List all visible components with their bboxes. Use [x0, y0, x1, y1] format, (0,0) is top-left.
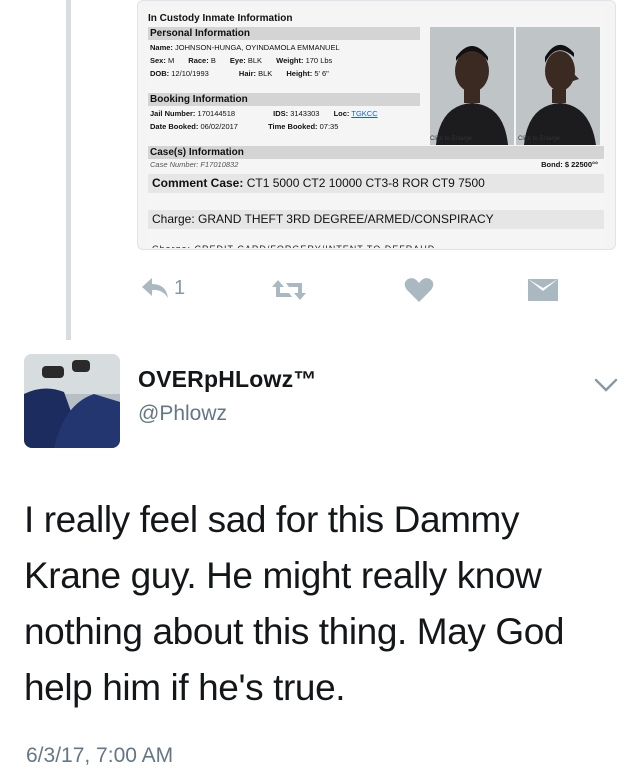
user-handle[interactable]: @Phlowz	[138, 402, 227, 426]
reply-icon	[140, 276, 170, 300]
loc-link[interactable]: TGKCC	[351, 109, 377, 118]
weight-label: Weight:	[276, 56, 304, 65]
tweet-timestamp[interactable]: 6/3/17, 7:00 AM	[26, 744, 173, 768]
like-button[interactable]	[404, 277, 434, 303]
charge-box: Charge: GRAND THEFT 3RD DEGREE/ARMED/CON…	[148, 210, 604, 229]
race-label: Race:	[188, 56, 209, 65]
charge-label: Charge:	[152, 212, 195, 226]
dob-label: DOB:	[150, 69, 170, 78]
height-label: Height:	[286, 69, 313, 78]
booking-info-header: Booking Information	[148, 93, 420, 106]
avatar[interactable]	[24, 354, 120, 448]
ids-value: 3143303	[290, 109, 320, 118]
height-value: 5' 6"	[314, 69, 329, 78]
name-label: Name:	[150, 43, 173, 52]
time-booked-value: 07:35	[319, 122, 339, 131]
personal-info-header: Personal Information	[148, 27, 420, 40]
tweet-media-image[interactable]: In Custody Inmate Information Personal I…	[137, 0, 616, 250]
date-booked-value: 06/02/2017	[200, 122, 238, 131]
hair-label: Hair:	[238, 69, 256, 78]
direct-message-button[interactable]	[528, 279, 558, 301]
eye-label: Eye:	[229, 56, 246, 65]
name-row: Name: JOHNSON-HUNGA, OYINDAMOLA EMMANUEL	[150, 43, 340, 52]
jail-value: 170144518	[197, 109, 236, 118]
mugshot-profile-photo[interactable]	[516, 27, 600, 145]
charge-cut-off-row: Charge: CREDIT CARD/FORGERY/INTENT TO DE…	[152, 244, 592, 248]
thread-connector-line	[66, 0, 71, 340]
direct-message-icon	[528, 279, 558, 301]
comment-label: Comment Case:	[152, 176, 244, 190]
name-value: JOHNSON-HUNGA, OYINDAMOLA EMMANUEL	[175, 43, 340, 52]
date-booked-row: Date Booked: 06/02/2017 Time Booked: 07:…	[150, 122, 338, 131]
inmate-info-title: In Custody Inmate Information	[148, 13, 293, 24]
loc-label: Loc:	[333, 109, 350, 118]
ids-label: IDS:	[273, 109, 289, 118]
like-icon	[404, 277, 434, 303]
dob-row: DOB: 12/10/1993 Hair: BLK Height: 5' 6"	[150, 69, 329, 78]
eye-value: BLK	[247, 56, 263, 65]
cases-info-header: Case(s) Information	[148, 146, 604, 159]
retweet-button[interactable]	[272, 278, 306, 302]
weight-value: 170 Lbs	[305, 56, 333, 65]
sex-race-row: Sex: M Race: B Eye: BLK Weight: 170 Lbs	[150, 56, 332, 65]
display-name[interactable]: OVERpHLowz™	[138, 366, 317, 393]
retweet-icon	[272, 278, 306, 302]
bond-amount: Bond: $ 22500°°	[541, 160, 598, 169]
mugshot-front-photo[interactable]	[430, 27, 514, 145]
dob-value: 12/10/1993	[171, 69, 209, 78]
comment-case-box: Comment Case: CT1 5000 CT2 10000 CT3-8 R…	[148, 174, 604, 193]
reply-button[interactable]: 1	[140, 276, 185, 300]
sex-value: M	[167, 56, 175, 65]
race-value: B	[210, 56, 216, 65]
hair-value: BLK	[258, 69, 273, 78]
click-enlarge-caption-1[interactable]: Click to Enlarge	[430, 136, 472, 142]
comment-value: CT1 5000 CT2 10000 CT3-8 ROR CT9 7500	[246, 176, 485, 190]
chevron-down-icon[interactable]	[594, 377, 618, 398]
click-enlarge-caption-2[interactable]: Click to Enlarge	[518, 136, 560, 142]
inmate-info-document: In Custody Inmate Information Personal I…	[146, 7, 606, 248]
date-booked-label: Date Booked:	[150, 122, 199, 131]
jail-row: Jail Number: 170144518 IDS: 3143303 Loc:…	[150, 109, 378, 118]
reply-count: 1	[174, 276, 186, 299]
time-booked-label: Time Booked:	[268, 122, 318, 131]
charge-value: GRAND THEFT 3RD DEGREE/ARMED/CONSPIRACY	[198, 212, 494, 226]
sex-label: Sex:	[150, 56, 166, 65]
tweet-text: I really feel sad for this Dammy Krane g…	[24, 499, 565, 708]
jail-label: Jail Number:	[150, 109, 196, 118]
case-number: Case Number: F17010832	[150, 160, 239, 169]
